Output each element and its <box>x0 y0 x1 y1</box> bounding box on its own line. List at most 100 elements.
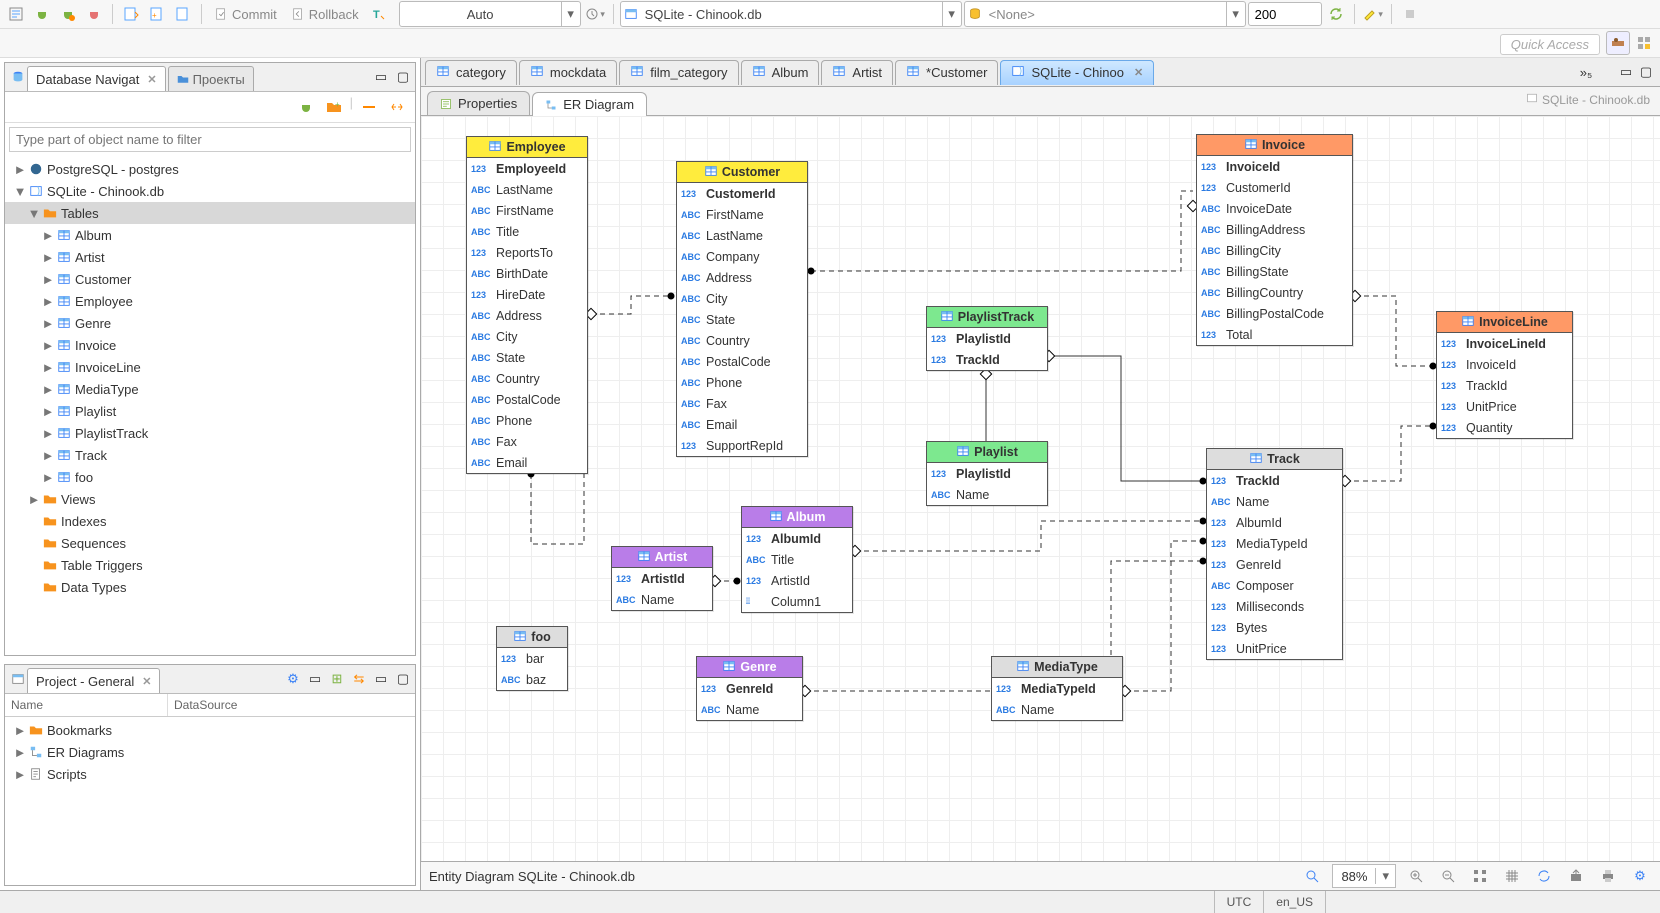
column-name[interactable]: ABCName <box>612 589 712 610</box>
er-diagram-canvas[interactable]: Employee123EmployeeIdABCLastNameABCFirst… <box>421 116 1660 861</box>
column-invoiceid[interactable]: 123InvoiceId <box>1437 354 1572 375</box>
project-item-er-diagrams[interactable]: ►ER Diagrams <box>5 741 415 763</box>
column-trackid[interactable]: 123TrackId <box>1207 470 1342 491</box>
column-composer[interactable]: ABCComposer <box>1207 575 1342 596</box>
column-milliseconds[interactable]: 123Milliseconds <box>1207 596 1342 617</box>
zoom-in-icon[interactable] <box>1404 864 1428 888</box>
editor-tab-category[interactable]: category <box>425 60 517 85</box>
column-phone[interactable]: ABCPhone <box>677 372 807 393</box>
column-customerid[interactable]: 123CustomerId <box>677 183 807 204</box>
close-icon[interactable]: ✕ <box>142 675 151 688</box>
entity-header[interactable]: InvoiceLine <box>1437 312 1572 333</box>
expand-icon[interactable]: ► <box>41 316 55 331</box>
expand-icon[interactable]: ► <box>41 404 55 419</box>
column-city[interactable]: ABCCity <box>467 326 587 347</box>
row-limit-input[interactable] <box>1248 2 1322 26</box>
entity-header[interactable]: Album <box>742 507 852 528</box>
tree-item-mediatype[interactable]: ►MediaType <box>5 378 415 400</box>
tree-item-invoice[interactable]: ►Invoice <box>5 334 415 356</box>
stop-icon[interactable] <box>1398 2 1422 26</box>
column-firstname[interactable]: ABCFirstName <box>677 204 807 225</box>
search-icon[interactable] <box>1300 864 1324 888</box>
column-title[interactable]: ABCTitle <box>467 221 587 242</box>
entity-header[interactable]: Artist <box>612 547 712 568</box>
settings-gear-icon[interactable]: ⚙ <box>1628 864 1652 888</box>
tree-item-playlisttrack[interactable]: ►PlaylistTrack <box>5 422 415 444</box>
plug-connect-icon[interactable] <box>30 2 54 26</box>
project-tree[interactable]: ►Bookmarks►ER Diagrams►Scripts <box>5 717 415 885</box>
column-company[interactable]: ABCCompany <box>677 246 807 267</box>
column-unitprice[interactable]: 123UnitPrice <box>1437 396 1572 417</box>
entity-header[interactable]: Playlist <box>927 442 1047 463</box>
entity-invoiceline[interactable]: InvoiceLine123InvoiceLineId123InvoiceId1… <box>1436 311 1573 439</box>
entity-artist[interactable]: Artist123ArtistIdABCName <box>611 546 713 611</box>
editor-tab-mockdata[interactable]: mockdata <box>519 60 617 85</box>
entity-header[interactable]: foo <box>497 627 567 648</box>
column-invoiceid[interactable]: 123InvoiceId <box>1197 156 1352 177</box>
column-trackid[interactable]: 123TrackId <box>927 349 1047 370</box>
column-artistid[interactable]: 123ArtistId <box>612 568 712 589</box>
tab-projects[interactable]: Проекты <box>168 66 254 91</box>
link-editor-icon[interactable] <box>385 95 409 119</box>
expand-icon[interactable]: ► <box>41 228 55 243</box>
column-customerid[interactable]: 123CustomerId <box>1197 177 1352 198</box>
column-state[interactable]: ABCState <box>677 309 807 330</box>
column-address[interactable]: ABCAddress <box>467 305 587 326</box>
entity-header[interactable]: Genre <box>697 657 802 678</box>
grid-toggle-icon[interactable] <box>1500 864 1524 888</box>
sql-script-icon[interactable] <box>119 2 143 26</box>
column-address[interactable]: ABCAddress <box>677 267 807 288</box>
status-locale[interactable]: en_US <box>1263 891 1325 913</box>
column-state[interactable]: ABCState <box>467 347 587 368</box>
column-trackid[interactable]: 123TrackId <box>1437 375 1572 396</box>
collapse-icon[interactable]: ▭ <box>305 669 325 689</box>
refresh-diagram-icon[interactable] <box>1532 864 1556 888</box>
column-phone[interactable]: ABCPhone <box>467 410 587 431</box>
maximize-icon[interactable]: ▢ <box>393 67 413 87</box>
commit-button[interactable]: Commit <box>208 3 283 25</box>
expand-icon[interactable]: ▼ <box>13 184 27 199</box>
column-quantity[interactable]: 123Quantity <box>1437 417 1572 438</box>
new-folder-icon[interactable]: + <box>322 95 346 119</box>
expand-icon[interactable]: ► <box>41 338 55 353</box>
minimize-icon[interactable]: ▭ <box>1616 62 1636 82</box>
entity-album[interactable]: Album123AlbumIdABCTitle123ArtistId⦙⦙Colu… <box>741 506 853 613</box>
expand-icon[interactable]: ► <box>13 162 27 177</box>
tree-item-invoiceline[interactable]: ►InvoiceLine <box>5 356 415 378</box>
project-item-bookmarks[interactable]: ►Bookmarks <box>5 719 415 741</box>
column-bytes[interactable]: 123Bytes <box>1207 617 1342 638</box>
column-mediatypeid[interactable]: 123MediaTypeId <box>992 678 1122 699</box>
entity-foo[interactable]: foo123barABCbaz <box>496 626 568 691</box>
tree-item-track[interactable]: ►Track <box>5 444 415 466</box>
sql-recent-icon[interactable] <box>171 2 195 26</box>
column-playlistid[interactable]: 123PlaylistId <box>927 328 1047 349</box>
column-billingaddress[interactable]: ABCBillingAddress <box>1197 219 1352 240</box>
link-icon[interactable]: ⇆ <box>349 669 369 689</box>
column-billingstate[interactable]: ABCBillingState <box>1197 261 1352 282</box>
column-employeeid[interactable]: 123EmployeeId <box>467 158 587 179</box>
column-artistid[interactable]: 123ArtistId <box>742 570 852 591</box>
column-billingcity[interactable]: ABCBillingCity <box>1197 240 1352 261</box>
column-genreid[interactable]: 123GenreId <box>697 678 802 699</box>
expand-icon[interactable]: ► <box>27 492 41 507</box>
tree-item-playlist[interactable]: ►Playlist <box>5 400 415 422</box>
column-postalcode[interactable]: ABCPostalCode <box>677 351 807 372</box>
column-unitprice[interactable]: 123UnitPrice <box>1207 638 1342 659</box>
tree-item-album[interactable]: ►Album <box>5 224 415 246</box>
entity-customer[interactable]: Customer123CustomerIdABCFirstNameABCLast… <box>676 161 808 457</box>
subtab-properties[interactable]: Properties <box>427 91 530 115</box>
history-icon[interactable]: ▾ <box>583 2 607 26</box>
entity-genre[interactable]: Genre123GenreIdABCName <box>696 656 803 721</box>
entity-playlisttrack[interactable]: PlaylistTrack123PlaylistId123TrackId <box>926 306 1048 371</box>
tab-database-navigator[interactable]: Database Navigat✕ <box>27 66 166 91</box>
perspective-dbeaver-icon[interactable] <box>1606 31 1630 55</box>
entity-employee[interactable]: Employee123EmployeeIdABCLastNameABCFirst… <box>466 136 588 474</box>
column-birthdate[interactable]: ABCBirthDate <box>467 263 587 284</box>
column-reportsto[interactable]: 123ReportsTo <box>467 242 587 263</box>
tab-project-general[interactable]: Project - General✕ <box>27 668 160 693</box>
tree-item-genre[interactable]: ►Genre <box>5 312 415 334</box>
export-icon[interactable] <box>1564 864 1588 888</box>
column-name[interactable]: ABCName <box>927 484 1047 505</box>
expand-icon[interactable]: ► <box>41 360 55 375</box>
maximize-icon[interactable]: ▢ <box>1636 62 1656 82</box>
